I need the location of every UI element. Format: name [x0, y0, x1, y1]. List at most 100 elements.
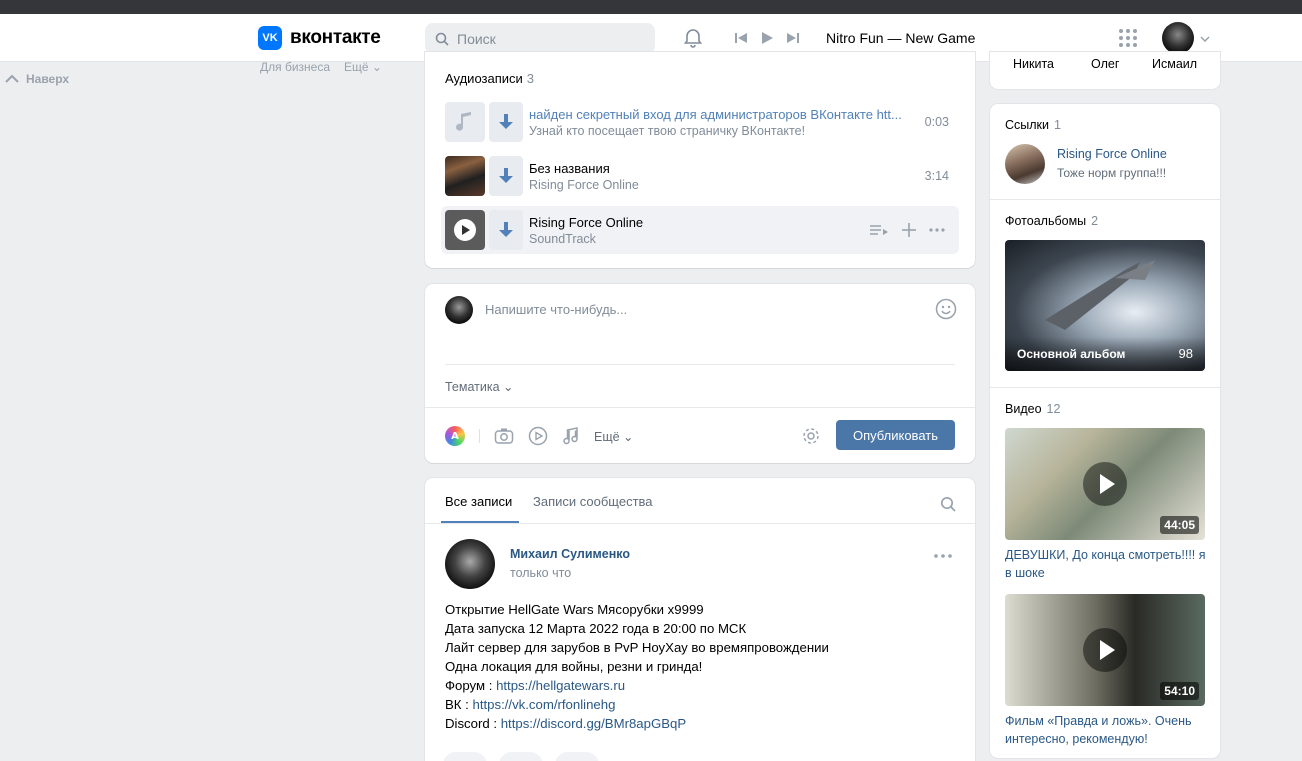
download-button[interactable] — [489, 102, 523, 142]
download-icon — [499, 168, 513, 183]
add-to-queue-icon[interactable] — [869, 223, 889, 237]
chevron-down-icon[interactable] — [1200, 34, 1210, 45]
poster-icon[interactable]: A — [445, 426, 465, 446]
divider — [425, 407, 975, 408]
forum-link[interactable]: https://hellgatewars.ru — [496, 678, 625, 693]
play-button[interactable] — [445, 210, 485, 250]
plus-icon[interactable] — [901, 222, 917, 238]
post-author-avatar[interactable] — [445, 539, 495, 589]
divider — [990, 199, 1220, 200]
divider — [445, 364, 955, 365]
album-title: Основной альбом — [1017, 347, 1126, 361]
tab-all-posts[interactable]: Все записи — [445, 494, 512, 509]
link-avatar[interactable] — [1005, 144, 1045, 184]
business-link[interactable]: Для бизнеса — [260, 60, 330, 74]
search-icon[interactable] — [940, 496, 956, 512]
compose-toolbar: A Ещё ⌄ — [445, 426, 634, 446]
now-playing-title[interactable]: Nitro Fun — New Game — [826, 30, 975, 46]
discord-link[interactable]: https://discord.gg/BMr8apGBqP — [501, 716, 686, 731]
audio-cover-image — [445, 156, 485, 196]
like-button[interactable] — [443, 752, 487, 761]
post-line: Лайт сервер для зарубов в PvP НоуХау во … — [445, 640, 829, 655]
more-link[interactable]: Ещё ⌄ — [344, 60, 382, 74]
settings-icon[interactable] — [802, 427, 820, 445]
search-icon — [435, 32, 449, 46]
member-name[interactable]: Олег — [1091, 57, 1119, 71]
music-icon[interactable] — [562, 426, 580, 446]
topic-dropdown[interactable]: Тематика ⌄ — [445, 379, 514, 394]
post-author-name[interactable]: Михаил Сулименко — [510, 547, 630, 561]
videos-title: Видео — [1005, 402, 1042, 416]
video-thumbnail[interactable]: 44:05 — [1005, 428, 1205, 540]
audio-track-duration: 0:03 — [924, 115, 949, 129]
video-title[interactable]: Фильм «Правда и ложь». Очень интересно, … — [1005, 712, 1210, 748]
audio-track-title: Без названия — [529, 160, 610, 176]
comment-button[interactable] — [499, 752, 543, 761]
next-icon[interactable] — [785, 30, 801, 46]
more-icon[interactable] — [929, 227, 945, 233]
member-name[interactable]: Никита — [1013, 57, 1054, 71]
scroll-up-link[interactable]: Наверх — [4, 72, 69, 86]
videos-count: 12 — [1046, 402, 1061, 416]
search-input[interactable]: Поиск — [425, 23, 655, 54]
vk-logo-text: вконтакте — [290, 27, 381, 48]
more-icon[interactable] — [934, 553, 952, 559]
sidebar-blocks: Ссылки 1 Rising Force Online Тоже норм гр… — [990, 104, 1220, 758]
member-name[interactable]: Исмаил — [1152, 57, 1197, 71]
post-body: Открытие HellGate Wars Мясорубки x9999 Д… — [445, 600, 829, 733]
post-line: Форум : https://hellgatewars.ru — [445, 676, 829, 695]
discord-label: Discord : — [445, 716, 501, 731]
play-icon — [454, 219, 476, 241]
share-button[interactable] — [555, 752, 599, 761]
previous-icon[interactable] — [733, 30, 749, 46]
compose-more[interactable]: Ещё ⌄ — [594, 429, 634, 444]
camera-icon[interactable] — [494, 427, 514, 445]
tab-community-posts[interactable]: Записи сообщества — [533, 494, 653, 509]
video-icon[interactable] — [528, 426, 548, 446]
post-line: Одна локация для войны, резни и гринда! — [445, 659, 703, 674]
videos-header[interactable]: Видео 12 — [1005, 402, 1060, 416]
play-icon[interactable] — [757, 30, 777, 46]
apps-grid-icon[interactable] — [1118, 28, 1138, 52]
vk-logo[interactable]: VK вконтакте — [258, 26, 381, 50]
download-icon — [499, 114, 513, 129]
vk-logo-mark: VK — [258, 26, 282, 50]
compose-more-label: Ещё — [594, 429, 620, 444]
avatar[interactable] — [1162, 22, 1194, 54]
divider — [425, 523, 975, 524]
video-thumbnail[interactable]: 54:10 — [1005, 594, 1205, 706]
download-button[interactable] — [489, 156, 523, 196]
vk-label: ВК : — [445, 697, 473, 712]
bell-icon[interactable] — [682, 26, 704, 52]
album-cover[interactable]: Основной альбом 98 — [1005, 240, 1205, 371]
album-photo-count: 98 — [1178, 346, 1193, 361]
emoji-icon[interactable] — [935, 298, 957, 320]
vk-link[interactable]: https://vk.com/rfonlinehg — [472, 697, 615, 712]
compose-input[interactable]: Напишите что-нибудь... — [485, 302, 627, 317]
audio-track-duration: 3:14 — [924, 169, 949, 183]
audio-track[interactable]: найден секретный вход для администраторо… — [441, 98, 959, 146]
post-time[interactable]: только что — [510, 566, 571, 580]
audio-track-artist: SoundTrack — [529, 231, 596, 246]
audio-count: 3 — [526, 71, 535, 86]
audio-header[interactable]: Аудиозаписи 3 — [445, 71, 534, 87]
audio-track-active[interactable]: Rising Force Online SoundTrack — [441, 206, 959, 254]
publish-button[interactable]: Опубликовать — [836, 420, 955, 450]
music-note-icon — [456, 112, 471, 131]
link-description: Тоже норм группа!!! — [1057, 166, 1167, 180]
link-title[interactable]: Rising Force Online — [1057, 147, 1167, 161]
links-header[interactable]: Ссылки 1 — [1005, 118, 1061, 132]
audio-track-title: найден секретный вход для администраторо… — [529, 106, 902, 122]
video-title[interactable]: ДЕВУШКИ, До конца смотреть!!!! я в шоке — [1005, 546, 1210, 582]
divider — [990, 387, 1220, 388]
post-line: Дата запуска 12 Марта 2022 года в 20:00 … — [445, 621, 747, 636]
audio-track-artist: Rising Force Online — [529, 177, 639, 192]
post-line: Открытие HellGate Wars Мясорубки x9999 — [445, 602, 704, 617]
more-link-label: Ещё — [344, 60, 369, 74]
albums-header[interactable]: Фотоальбомы 2 — [1005, 214, 1098, 228]
download-button[interactable] — [489, 210, 523, 250]
albums-count: 2 — [1091, 214, 1099, 228]
audio-track[interactable]: Без названия Rising Force Online 3:14 — [441, 152, 959, 200]
video-duration: 54:10 — [1160, 682, 1199, 700]
avatar — [445, 296, 473, 324]
